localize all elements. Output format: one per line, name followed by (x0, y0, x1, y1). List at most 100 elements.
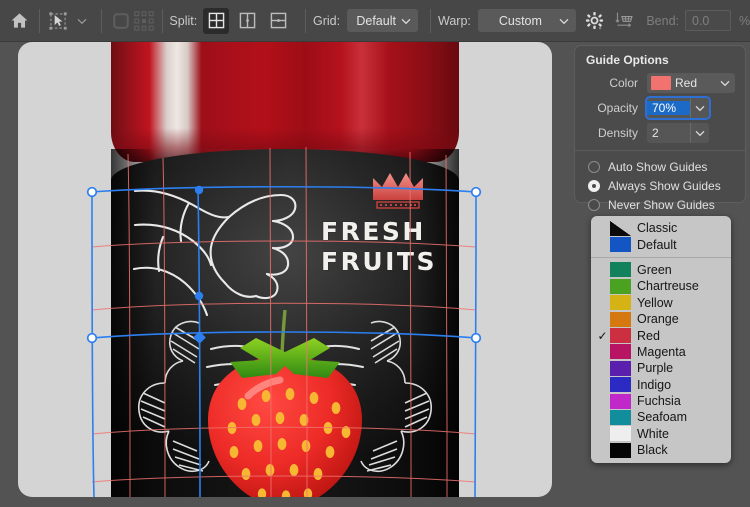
path-select-icon[interactable] (47, 6, 71, 36)
radio-always-show-guides[interactable]: Always Show Guides (575, 176, 745, 195)
color-name: Seafoam (637, 410, 688, 425)
radio-never-show-guides[interactable]: Never Show Guides (575, 195, 745, 214)
color-menu-item[interactable]: Yellow (591, 295, 731, 311)
color-name: Indigo (637, 377, 672, 392)
color-menu-item[interactable]: Indigo (591, 377, 731, 393)
chevron-down-icon (401, 18, 411, 24)
guide-color-row: Color Red (575, 70, 745, 95)
color-swatch (610, 295, 631, 311)
bend-input[interactable]: 0.0 (685, 10, 731, 31)
radio-auto-show-guides[interactable]: Auto Show Guides (575, 157, 745, 176)
color-name: Yellow (637, 295, 673, 310)
radio-button-selected (588, 179, 600, 192)
crown-icon (373, 173, 423, 209)
gear-icon[interactable] (583, 6, 607, 36)
radio-button (588, 160, 600, 173)
grid-dropdown[interactable]: Default (347, 9, 419, 32)
split-label: Split: (169, 13, 198, 28)
guide-opacity-label: Opacity (597, 100, 638, 115)
color-menu-item[interactable]: ✓ Red (591, 327, 731, 344)
photoshop-warp-workspace: Split: Grid: Default Warp: Custom Bend: … (0, 0, 750, 507)
color-menu-item[interactable]: Purple (591, 360, 731, 376)
chevron-down-icon[interactable] (70, 6, 94, 36)
guide-opacity-row: Opacity 70% (575, 95, 745, 120)
color-name: Classic (637, 221, 678, 236)
color-swatch (610, 442, 631, 458)
color-menu-item[interactable]: Default (591, 236, 731, 253)
guide-density-label: Density (597, 125, 638, 140)
chevron-down-icon[interactable] (691, 127, 709, 139)
warp-label: Warp: (438, 13, 471, 28)
radio-button (588, 198, 600, 211)
color-swatch (610, 377, 631, 393)
guide-color-dropdown[interactable]: Red (647, 72, 735, 93)
warp-dropdown[interactable]: Custom (477, 9, 576, 32)
grid-dropdown-value: Default (356, 13, 396, 28)
color-swatch (610, 360, 631, 376)
color-menu-top-group: Classic Default (591, 220, 731, 253)
color-menu-item[interactable]: Orange (591, 311, 731, 327)
guide-opacity-value: 70% (647, 100, 690, 115)
color-swatch (610, 344, 631, 360)
color-menu-item[interactable]: White (591, 426, 731, 442)
warp-dropdown-value: Custom (498, 13, 542, 28)
split-vertical-button[interactable] (234, 8, 260, 34)
color-menu-item[interactable]: Chartreuse (591, 278, 731, 294)
guide-color-menu[interactable]: Classic Default Green Chartreuse Yellow Oran… (591, 216, 731, 464)
bottle-label: FRESH FRUITS (111, 149, 459, 497)
color-menu-item[interactable]: Fuchsia (591, 393, 731, 409)
strawberry-illustration (208, 309, 362, 497)
split-crosswise-button[interactable] (203, 7, 230, 34)
bend-value: 0.0 (692, 13, 710, 28)
bottle-photo: FRESH FRUITS (111, 42, 459, 497)
options-toolbar: Split: Grid: Default Warp: Custom Bend: … (0, 0, 750, 42)
color-swatch (610, 278, 631, 294)
color-menu-item[interactable]: Classic (591, 220, 731, 236)
color-menu-list: Green Chartreuse Yellow Orange ✓ Red Magenta Pu… (591, 262, 731, 459)
guide-options-title: Guide Options (586, 53, 669, 67)
toolbar-divider-5 (430, 8, 432, 33)
check-icon: ✓ (597, 328, 608, 343)
chevron-down-icon[interactable] (691, 102, 709, 114)
guide-color-swatch (651, 75, 671, 90)
color-swatch (610, 237, 631, 253)
radio-label: Always Show Guides (608, 178, 721, 193)
toolbar-divider (38, 8, 40, 33)
warp-mesh-icon[interactable] (613, 6, 637, 36)
chevron-down-icon (720, 80, 730, 86)
chevron-down-icon (559, 18, 569, 24)
color-name: White (637, 426, 669, 441)
color-swatch (610, 220, 631, 236)
bottle-neck (111, 42, 459, 162)
split-horizontal-button[interactable] (265, 8, 291, 34)
rounded-square-icon (109, 6, 133, 36)
grid-points-icon (132, 6, 154, 36)
bend-unit: % (738, 13, 750, 28)
color-menu-item[interactable]: Magenta (591, 344, 731, 360)
color-swatch (610, 426, 631, 442)
color-name: Magenta (637, 344, 686, 359)
color-name: Fuchsia (637, 394, 681, 409)
color-menu-item[interactable]: Green (591, 262, 731, 278)
color-name: Purple (637, 361, 674, 376)
document-image[interactable]: FRESH FRUITS (18, 42, 552, 497)
guide-density-row: Density 2 (575, 120, 745, 145)
color-menu-item[interactable]: Seafoam (591, 409, 731, 425)
color-name: Red (637, 328, 660, 343)
guide-density-input[interactable]: 2 (647, 122, 709, 143)
color-menu-item[interactable]: Black (591, 442, 731, 458)
bend-label: Bend: (646, 13, 679, 28)
split-mode-group (203, 7, 291, 34)
home-icon[interactable] (8, 6, 32, 36)
grid-label: Grid: (313, 13, 341, 28)
color-swatch (610, 262, 631, 278)
radio-label: Never Show Guides (608, 197, 715, 212)
guide-color-label: Color (609, 75, 638, 90)
guide-visibility-radio-group: Auto Show Guides Always Show Guides Neve… (575, 150, 745, 214)
guide-opacity-input[interactable]: 70% (645, 95, 711, 120)
toolbar-divider-4 (305, 8, 306, 33)
color-menu-separator (591, 256, 731, 258)
color-name: Chartreuse (637, 279, 699, 294)
color-swatch (610, 311, 631, 327)
guide-options-panel: Guide Options Color Red Opacity 70% Dens… (574, 45, 746, 212)
